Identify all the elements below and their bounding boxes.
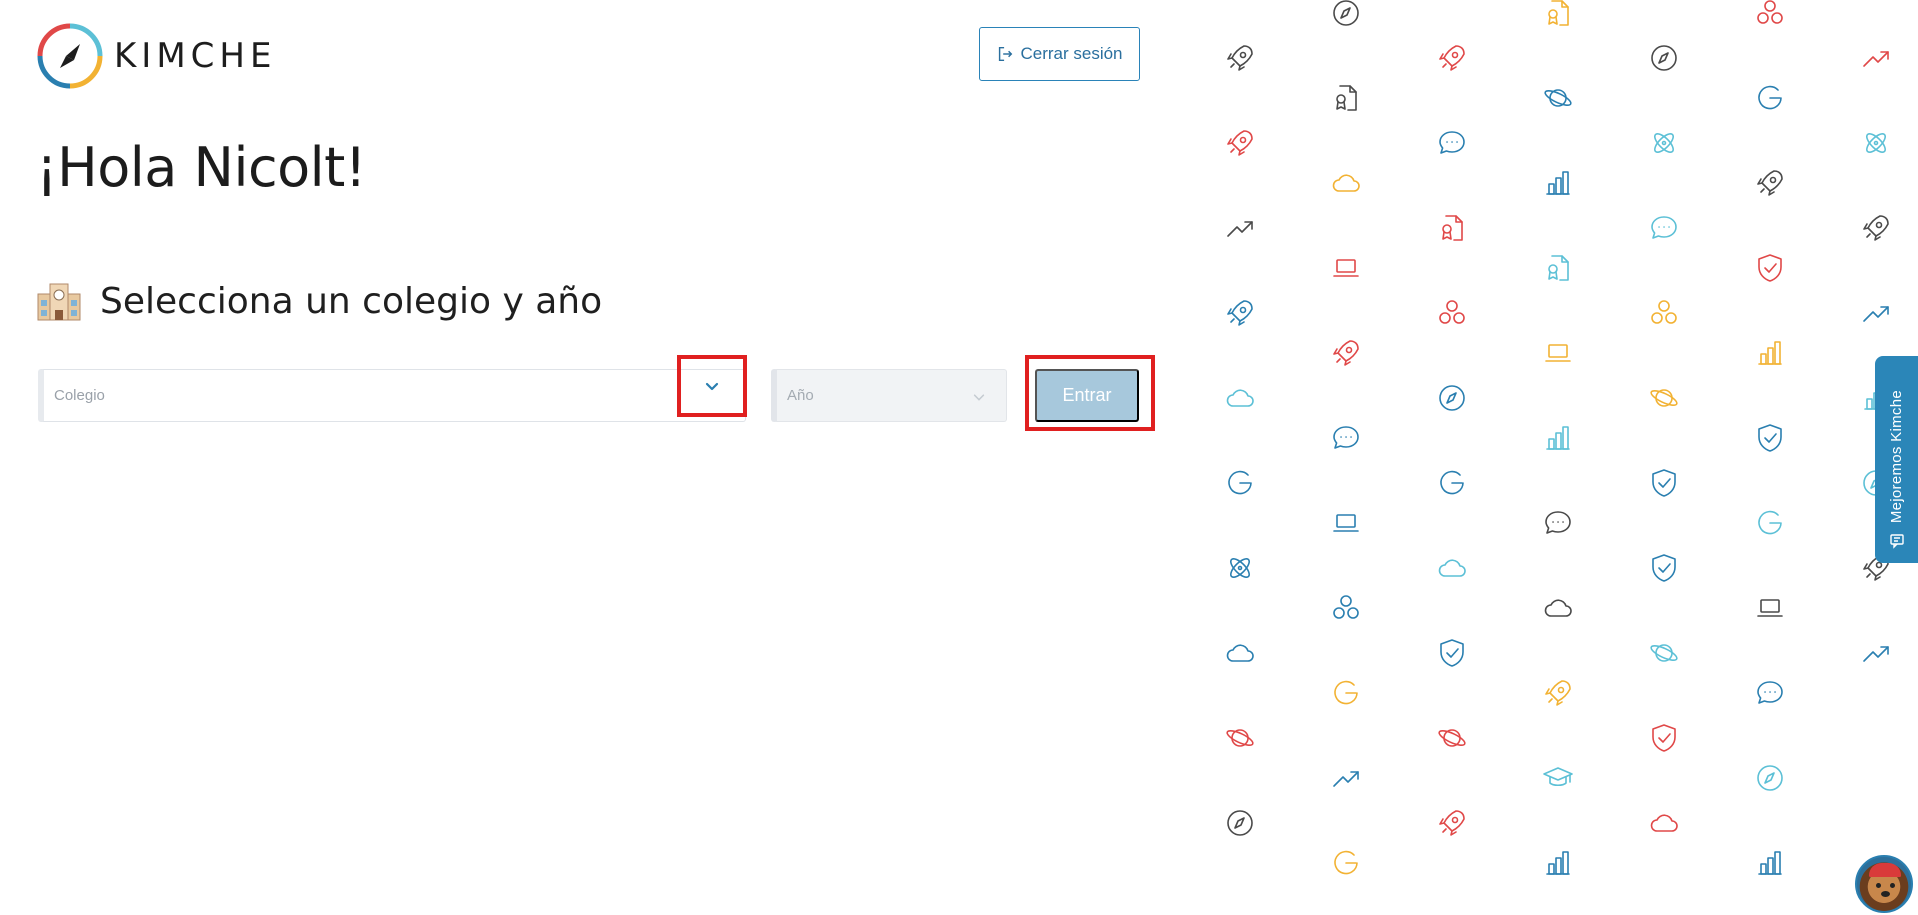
chevron-down-icon bbox=[705, 382, 719, 391]
cloud-icon bbox=[1224, 382, 1256, 414]
google-icon bbox=[1330, 847, 1362, 879]
chat-icon bbox=[1889, 534, 1904, 549]
shield-icon bbox=[1648, 722, 1680, 754]
brand-name: KIMCHE bbox=[114, 36, 277, 76]
anio-select[interactable]: Año bbox=[771, 369, 1007, 422]
atom-icon bbox=[1224, 552, 1256, 584]
planet-icon bbox=[1648, 382, 1680, 414]
shield-icon bbox=[1648, 467, 1680, 499]
google-icon bbox=[1436, 467, 1468, 499]
colegio-placeholder: Colegio bbox=[54, 387, 105, 404]
atom-icon bbox=[1648, 127, 1680, 159]
certificate-icon bbox=[1436, 212, 1468, 244]
circles-icon bbox=[1330, 592, 1362, 624]
chat-icon bbox=[1330, 422, 1362, 454]
chat-icon bbox=[1436, 127, 1468, 159]
school-emoji-icon bbox=[37, 283, 81, 321]
chart-icon bbox=[1542, 167, 1574, 199]
trend-icon bbox=[1860, 42, 1892, 74]
certificate-icon bbox=[1330, 82, 1362, 114]
rocket-icon bbox=[1860, 212, 1892, 244]
circles-icon bbox=[1436, 297, 1468, 329]
kimche-logo: KIMCHE bbox=[36, 22, 276, 90]
trend-icon bbox=[1224, 212, 1256, 244]
planet-icon bbox=[1436, 722, 1468, 754]
chat-icon bbox=[1754, 677, 1786, 709]
rocket-icon bbox=[1224, 297, 1256, 329]
shield-icon bbox=[1754, 422, 1786, 454]
chart-icon bbox=[1754, 847, 1786, 879]
cloud-icon bbox=[1224, 637, 1256, 669]
decorative-icon-pattern bbox=[1210, 0, 1918, 915]
google-icon bbox=[1330, 677, 1362, 709]
planet-icon bbox=[1648, 637, 1680, 669]
laptop-icon bbox=[1330, 252, 1362, 284]
entrar-button[interactable]: Entrar bbox=[1035, 369, 1139, 422]
feedback-tab[interactable]: Mejoremos Kimche bbox=[1875, 356, 1918, 563]
rocket-icon bbox=[1754, 167, 1786, 199]
chart-icon bbox=[1754, 337, 1786, 369]
avatar-cap bbox=[1869, 863, 1901, 877]
dog-avatar-icon[interactable] bbox=[1855, 855, 1913, 913]
section-heading: Selecciona un colegio y año bbox=[36, 280, 602, 322]
compass-icon bbox=[1330, 0, 1362, 29]
avatar-eye bbox=[1890, 883, 1895, 888]
certificate-icon bbox=[1542, 0, 1574, 29]
rocket-icon bbox=[1224, 42, 1256, 74]
google-icon bbox=[1754, 82, 1786, 114]
laptop-icon bbox=[1330, 507, 1362, 539]
colegio-select[interactable]: Colegio bbox=[38, 369, 746, 422]
rocket-icon bbox=[1436, 42, 1468, 74]
compass-icon bbox=[1648, 42, 1680, 74]
atom-icon bbox=[1860, 127, 1892, 159]
feedback-label: Mejoremos Kimche bbox=[1888, 389, 1905, 523]
shield-icon bbox=[1648, 552, 1680, 584]
chevron-down-icon bbox=[973, 394, 985, 401]
cloud-icon bbox=[1648, 807, 1680, 839]
google-icon bbox=[1224, 467, 1256, 499]
shield-icon bbox=[1754, 252, 1786, 284]
chat-icon bbox=[1542, 507, 1574, 539]
logout-label: Cerrar sesión bbox=[1020, 44, 1123, 63]
trend-icon bbox=[1330, 762, 1362, 794]
planet-icon bbox=[1224, 722, 1256, 754]
avatar-eye bbox=[1876, 883, 1881, 888]
compass-icon bbox=[1224, 807, 1256, 839]
circles-icon bbox=[1754, 0, 1786, 29]
circles-icon bbox=[1648, 297, 1680, 329]
google-icon bbox=[1754, 507, 1786, 539]
rocket-icon bbox=[1436, 807, 1468, 839]
cloud-icon bbox=[1436, 552, 1468, 584]
trend-icon bbox=[1860, 637, 1892, 669]
compass-icon bbox=[1436, 382, 1468, 414]
rocket-icon bbox=[1542, 677, 1574, 709]
chat-icon bbox=[1648, 212, 1680, 244]
chart-icon bbox=[1542, 847, 1574, 879]
anio-placeholder: Año bbox=[787, 387, 814, 404]
login-context-panel: KIMCHE Cerrar sesión ¡Hola Nicolt! Selec… bbox=[0, 0, 1210, 915]
shield-icon bbox=[1436, 637, 1468, 669]
laptop-icon bbox=[1754, 592, 1786, 624]
certificate-icon bbox=[1542, 252, 1574, 284]
cloud-icon bbox=[1330, 167, 1362, 199]
graduation-icon bbox=[1542, 762, 1574, 794]
laptop-icon bbox=[1542, 337, 1574, 369]
colegio-dropdown-toggle[interactable] bbox=[677, 355, 747, 417]
greeting-title: ¡Hola Nicolt! bbox=[36, 136, 367, 199]
trend-icon bbox=[1860, 297, 1892, 329]
rocket-icon bbox=[1224, 127, 1256, 159]
logout-button[interactable]: Cerrar sesión bbox=[979, 27, 1140, 81]
rocket-icon bbox=[1330, 337, 1362, 369]
cloud-icon bbox=[1542, 592, 1574, 624]
section-title: Selecciona un colegio y año bbox=[100, 280, 603, 322]
planet-icon bbox=[1542, 82, 1574, 114]
chart-icon bbox=[1542, 422, 1574, 454]
compass-logo-icon bbox=[37, 23, 103, 89]
logout-icon bbox=[999, 46, 1013, 62]
compass-icon bbox=[1754, 762, 1786, 794]
avatar-nose bbox=[1881, 891, 1890, 897]
